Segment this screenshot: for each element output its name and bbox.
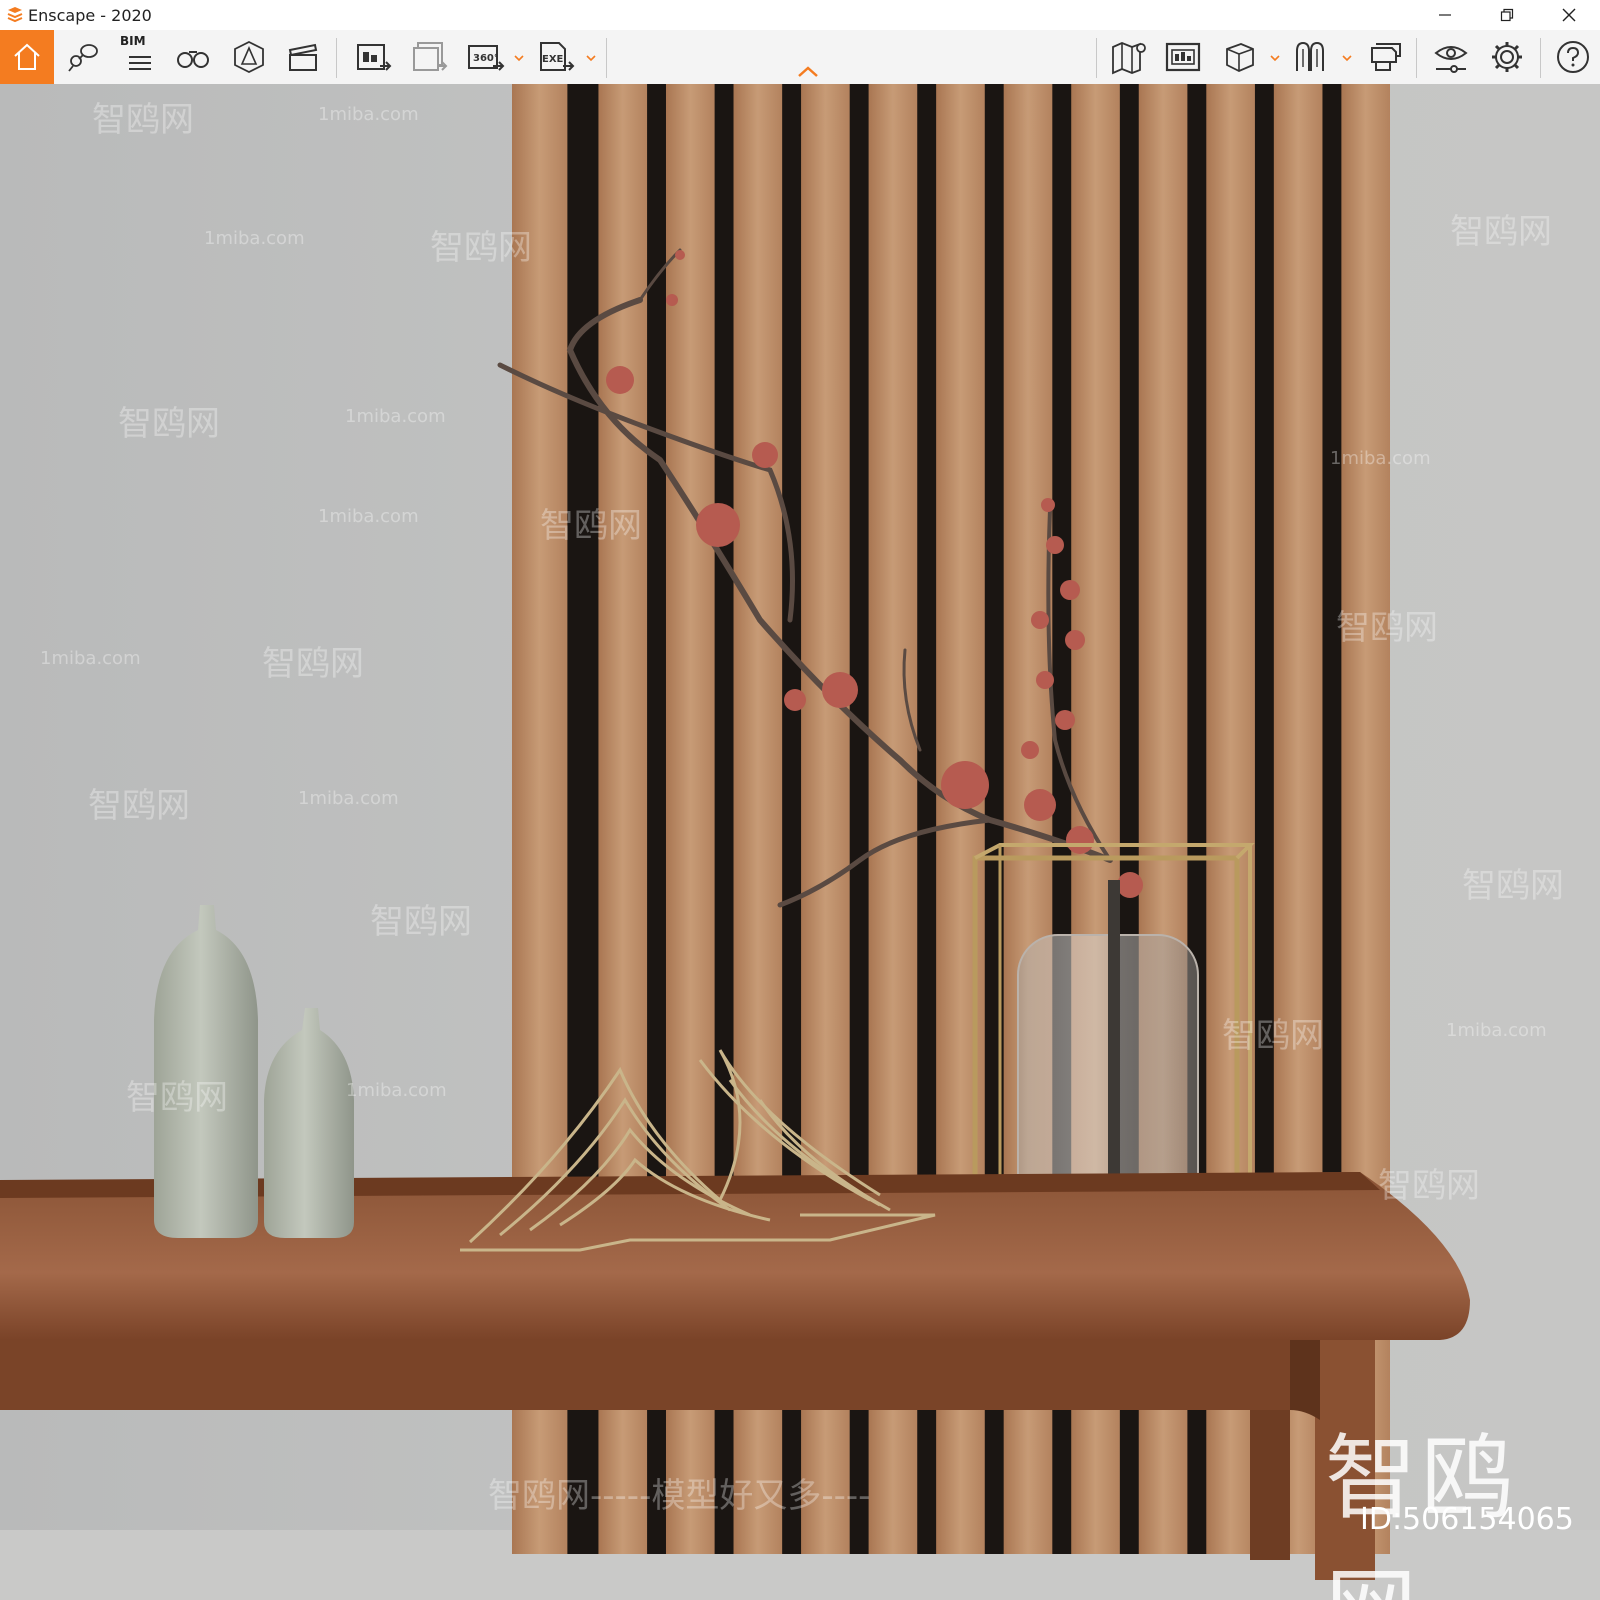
help-button[interactable]: [1546, 30, 1600, 84]
toolbar-separator: [1096, 38, 1097, 78]
chevron-up-icon: [798, 66, 818, 77]
export-360-dropdown-chevron-down-icon[interactable]: [512, 52, 526, 64]
views-button[interactable]: [56, 30, 110, 84]
watermark-brand: 智鸥网: [118, 404, 220, 444]
watermark-brand: 智鸥网: [92, 100, 194, 140]
close-button[interactable]: [1538, 0, 1600, 30]
watermark-brand: 智鸥网: [126, 1078, 228, 1118]
watermark-site: 1miba.com: [1330, 448, 1431, 469]
batch-render-button[interactable]: [402, 30, 456, 84]
map-icon: [1112, 42, 1146, 75]
title-bar: Enscape - 2020: [0, 0, 1600, 30]
home-button[interactable]: [0, 30, 54, 84]
visual-settings-button[interactable]: [1424, 30, 1478, 84]
binoculars-button[interactable]: [166, 30, 220, 84]
enscape-logo-icon: [4, 4, 26, 26]
material-dropdown-chevron-down-icon[interactable]: [1340, 52, 1354, 64]
screenshot-button[interactable]: [346, 30, 400, 84]
export-exe-icon: EXE: [540, 42, 575, 71]
watermark-brand: 智鸥网: [1336, 608, 1438, 648]
settings-icon: [1492, 42, 1522, 72]
rendered-scene: [0, 84, 1600, 1600]
bim-list-icon: [129, 56, 151, 70]
asset-library-icon: [1165, 42, 1201, 72]
export-360-button[interactable]: 360°: [458, 30, 512, 84]
export-exe-label: EXE: [542, 54, 564, 65]
export-360-icon: 360°: [468, 45, 505, 71]
batch-export-icon: [413, 42, 448, 71]
vr-headset-icon: [1371, 43, 1401, 71]
export-360-label: 360°: [473, 53, 499, 64]
watermark-brand: 智鸥网: [1378, 1166, 1480, 1206]
toolbar-separator: [336, 38, 337, 78]
toolbar-separator: [1540, 38, 1541, 78]
watermark-site: 1miba.com: [298, 788, 399, 809]
export-exe-dropdown-chevron-down-icon[interactable]: [584, 52, 598, 64]
watermark-brand: 智鸥网: [1462, 866, 1564, 906]
visual-settings-icon: [1434, 46, 1468, 73]
map-button[interactable]: [1102, 30, 1156, 84]
watermark-brand: 智鸥网: [1450, 212, 1552, 252]
material-button[interactable]: [1284, 30, 1338, 84]
watermark-brand: 智鸥网: [540, 506, 642, 546]
bim-button[interactable]: [112, 30, 166, 84]
material-icon: [1296, 41, 1324, 71]
toolbar-separator: [1416, 38, 1417, 78]
object-view-dropdown-chevron-down-icon[interactable]: [1268, 52, 1282, 64]
watermark-site: 1miba.com: [1446, 1020, 1547, 1041]
home-icon: [14, 43, 40, 70]
render-viewport[interactable]: 1miba.com 智鸥网 1miba.com 智鸥网 智鸥网 智鸥网 1mib…: [0, 84, 1600, 1600]
watermark-brand: 智鸥网: [430, 228, 532, 268]
clipping-button[interactable]: [222, 30, 276, 84]
export-exe-button[interactable]: EXE: [528, 30, 582, 84]
help-icon: [1557, 41, 1589, 73]
window-title: Enscape - 2020: [28, 5, 152, 25]
map-pin-icon: [68, 44, 98, 72]
cube-view-icon: [1226, 43, 1254, 72]
watermark-site: 1miba.com: [318, 506, 419, 527]
export-image-icon: [357, 44, 392, 71]
vr-headset-button[interactable]: [1358, 30, 1412, 84]
watermark-id: ID:506154065: [1360, 1502, 1574, 1537]
watermark-slogan: 智鸥网-----模型好又多----: [488, 1476, 871, 1516]
restore-button[interactable]: [1476, 0, 1538, 30]
watermark-site: 1miba.com: [318, 104, 419, 125]
watermark-site: 1miba.com: [345, 406, 446, 427]
asset-library-button[interactable]: [1156, 30, 1210, 84]
watermark-brand: 智鸥网: [88, 786, 190, 826]
watermark-site: 1miba.com: [346, 1080, 447, 1101]
toolbar-separator: [606, 38, 607, 78]
binoculars-icon: [177, 51, 209, 68]
minimize-button[interactable]: [1414, 0, 1476, 30]
watermark-brand: 智鸥网: [370, 902, 472, 942]
watermark-site: 1miba.com: [40, 648, 141, 669]
watermark-site: 1miba.com: [204, 228, 305, 249]
watermark-brand: 智鸥网: [262, 644, 364, 684]
object-view-button[interactable]: [1212, 30, 1266, 84]
settings-button[interactable]: [1480, 30, 1534, 84]
video-clapper-icon: [288, 43, 318, 71]
video-editor-button[interactable]: [276, 30, 330, 84]
collapse-toolbar-button[interactable]: [796, 64, 820, 83]
clipping-icon: [234, 40, 264, 74]
watermark-brand: 智鸥网: [1222, 1016, 1324, 1056]
